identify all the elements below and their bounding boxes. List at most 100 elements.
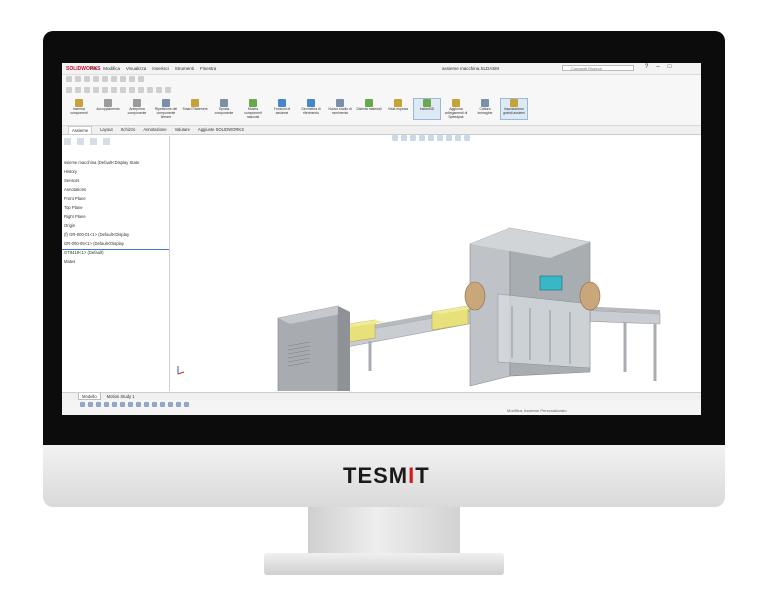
ribbon-label: Funzioni di assieme	[273, 107, 291, 115]
ribbon-button[interactable]: Instant3D	[413, 97, 441, 121]
tab-modello[interactable]: Modello	[78, 393, 101, 400]
ribbon-button[interactable]: Funzioni di assieme	[269, 99, 295, 119]
tool-icon[interactable]	[66, 76, 72, 82]
tool-icon[interactable]	[102, 87, 108, 93]
tool-icon[interactable]	[111, 87, 117, 93]
display-style-icon[interactable]	[437, 135, 443, 141]
tool-icon[interactable]	[93, 76, 99, 82]
tree-item[interactable]: Origin	[64, 221, 168, 230]
tab-annotazione[interactable]: Annotazione	[143, 126, 166, 134]
ribbon-button[interactable]: Distinta materiali	[356, 99, 382, 119]
tree-item[interactable]: (f) GR-000-01<1> (Default<Display	[64, 230, 168, 239]
tool-icon[interactable]	[128, 402, 133, 407]
hide-show-icon[interactable]	[446, 135, 452, 141]
tool-icon[interactable]	[93, 87, 99, 93]
ribbon-button[interactable]: Nuovo studio di movimento	[327, 99, 353, 119]
tab-assieme[interactable]: Assieme	[68, 126, 93, 134]
section-view-icon[interactable]	[419, 135, 425, 141]
tool-icon[interactable]	[66, 87, 72, 93]
tree-item[interactable]: Top Plane	[64, 203, 168, 212]
tree-item[interactable]: Annotations	[64, 185, 168, 194]
tool-icon[interactable]	[152, 402, 157, 407]
tab-motion-study[interactable]: Motion Study 1	[107, 393, 135, 400]
configuration-icon[interactable]	[90, 138, 97, 145]
tool-icon[interactable]	[75, 76, 81, 82]
tab-schizzo[interactable]: Schizzo	[121, 126, 136, 134]
tool-icon[interactable]	[102, 76, 108, 82]
tab-aggiunte[interactable]: Aggiunte SOLIDWORKS	[198, 126, 244, 134]
tool-icon[interactable]	[165, 87, 171, 93]
tool-icon[interactable]	[120, 87, 126, 93]
feature-tree-icon[interactable]	[64, 138, 71, 145]
tree-end-marker	[62, 249, 169, 250]
tree-item[interactable]: Front Plane	[64, 194, 168, 203]
tool-icon[interactable]	[84, 76, 90, 82]
ribbon-button[interactable]: Mostra componenti nascosti	[240, 99, 266, 119]
menu-item[interactable]: Visualizza	[126, 66, 146, 71]
tool-icon[interactable]	[129, 87, 135, 93]
tool-icon[interactable]	[129, 76, 135, 82]
ribbon-button[interactable]: Sposta componente	[211, 99, 237, 119]
property-manager-icon[interactable]	[77, 138, 84, 145]
tool-icon[interactable]	[138, 76, 144, 82]
tree-item[interactable]: Sensors	[64, 176, 168, 185]
maximize-icon[interactable]: □	[668, 64, 672, 70]
tool-icon[interactable]	[176, 402, 181, 407]
view-orientation-icon[interactable]	[428, 135, 434, 141]
tool-icon[interactable]	[147, 87, 153, 93]
tool-icon[interactable]	[168, 402, 173, 407]
tool-icon[interactable]	[112, 402, 117, 407]
minimize-icon[interactable]: –	[656, 64, 659, 70]
ribbon-button[interactable]: Impostazione grandi assiemi	[500, 97, 528, 121]
ribbon-button[interactable]: Geometria di riferimento	[298, 99, 324, 119]
ribbon-button[interactable]: Anteprima componente	[124, 99, 150, 119]
zoom-area-icon[interactable]	[401, 135, 407, 141]
menu-bar: File Modifica Visualizza Inserisci Strum…	[90, 66, 216, 71]
ribbon-icon	[423, 99, 431, 107]
ribbon-icon	[452, 99, 460, 107]
tab-layout[interactable]: Layout	[100, 126, 113, 134]
tool-icon[interactable]	[160, 402, 165, 407]
menu-item[interactable]: Inserisci	[152, 66, 169, 71]
tool-icon[interactable]	[111, 76, 117, 82]
help-icon[interactable]: ?	[645, 64, 648, 70]
tool-icon[interactable]	[80, 402, 85, 407]
tab-valutare[interactable]: Valutare	[175, 126, 190, 134]
menu-item[interactable]: File	[90, 66, 97, 71]
ribbon-button[interactable]: Vista esplosa	[385, 99, 411, 119]
ribbon-button[interactable]: Inserisci componenti	[66, 99, 92, 119]
display-manager-icon[interactable]	[103, 138, 110, 145]
tool-icon[interactable]	[96, 402, 101, 407]
menu-item[interactable]: Strumenti	[175, 66, 194, 71]
tool-icon[interactable]	[88, 402, 93, 407]
tool-icon[interactable]	[84, 87, 90, 93]
graphics-viewport[interactable]	[170, 136, 701, 415]
tree-item[interactable]: History	[64, 167, 168, 176]
tool-icon[interactable]	[184, 402, 189, 407]
ribbon-button[interactable]: Ripetizione del componente lineare	[153, 99, 179, 119]
ribbon-icon	[307, 99, 315, 107]
tool-icon[interactable]	[156, 87, 162, 93]
menu-item[interactable]: Modifica	[103, 66, 120, 71]
previous-view-icon[interactable]	[410, 135, 416, 141]
appearance-icon[interactable]	[455, 135, 461, 141]
search-input[interactable]: Comandi Ricerca	[562, 65, 634, 71]
tool-icon[interactable]	[104, 402, 109, 407]
tool-icon[interactable]	[120, 76, 126, 82]
ribbon-button[interactable]: Cattura immagine	[472, 99, 498, 119]
tree-item[interactable]: Mates	[64, 257, 168, 266]
tree-item[interactable]: Right Plane	[64, 212, 168, 221]
tree-item[interactable]: ssieme macchina (Default<Display State	[64, 158, 168, 167]
menu-item[interactable]: Finestra	[200, 66, 216, 71]
tool-icon[interactable]	[136, 402, 141, 407]
tool-icon[interactable]	[144, 402, 149, 407]
ribbon-button[interactable]: Smart Fasteners	[182, 99, 208, 119]
tool-icon[interactable]	[120, 402, 125, 407]
zoom-icon[interactable]	[392, 135, 398, 141]
tool-icon[interactable]	[138, 87, 144, 93]
ribbon-button[interactable]: Accoppiamento	[95, 99, 121, 119]
tool-icon[interactable]	[75, 87, 81, 93]
ribbon-button[interactable]: Aggiorna collegamenti di Speedpak	[443, 99, 469, 119]
scene-icon[interactable]	[464, 135, 470, 141]
tree-item[interactable]: GR-000-05<1> (Default<Display	[64, 239, 168, 248]
